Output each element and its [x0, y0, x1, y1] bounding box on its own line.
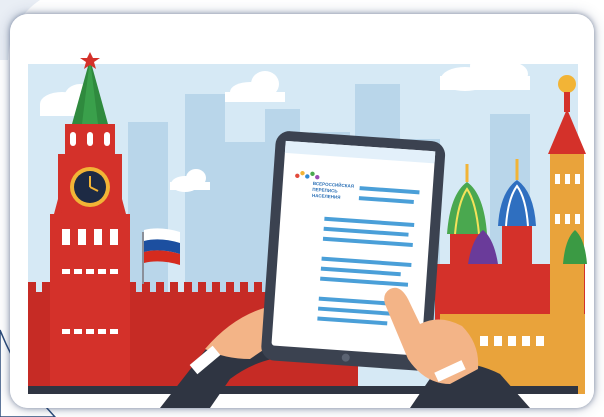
illustration-card: ВСЕРОССИЙСКАЯ ПЕРЕПИСЬ НАСЕЛЕНИЯ: [10, 14, 594, 408]
image-frame: ВСЕРОССИЙСКАЯ ПЕРЕПИСЬ НАСЕЛЕНИЯ: [0, 0, 604, 417]
moscow-census-illustration: ВСЕРОССИЙСКАЯ ПЕРЕПИСЬ НАСЕЛЕНИЯ: [10, 14, 594, 408]
